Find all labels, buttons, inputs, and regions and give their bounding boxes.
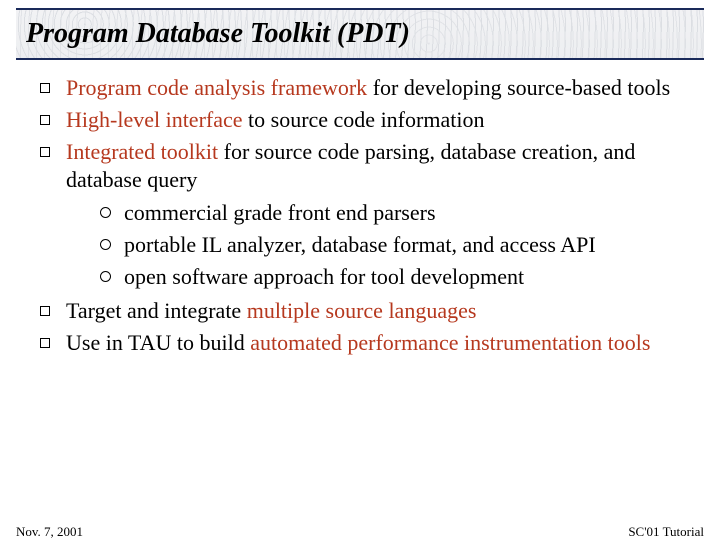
footer-date: Nov. 7, 2001 (16, 524, 83, 540)
list-item: open software approach for tool developm… (100, 263, 690, 291)
slide-body: Program code analysis framework for deve… (0, 60, 720, 357)
list-item: commercial grade front end parsers (100, 199, 690, 227)
text: to source code information (243, 107, 485, 132)
list-item: Use in TAU to build automated performanc… (40, 329, 690, 357)
list-item: portable IL analyzer, database format, a… (100, 231, 690, 259)
text: for developing source-based tools (367, 75, 670, 100)
list-item: Program code analysis framework for deve… (40, 74, 690, 102)
highlight: Integrated toolkit (66, 139, 218, 164)
list-item: Integrated toolkit for source code parsi… (40, 138, 690, 291)
highlight: High-level interface (66, 107, 243, 132)
slide: Program Database Toolkit (PDT) Program c… (0, 8, 720, 540)
list-item: High-level interface to source code info… (40, 106, 690, 134)
highlight: automated performance instrumentation to… (250, 330, 650, 355)
text: commercial grade front end parsers (124, 200, 436, 225)
highlight: Program code analysis framework (66, 75, 367, 100)
title-bar: Program Database Toolkit (PDT) (16, 8, 704, 60)
text: Use in TAU to build (66, 330, 250, 355)
text: open software approach for tool developm… (124, 264, 524, 289)
slide-title: Program Database Toolkit (PDT) (26, 18, 410, 50)
text: portable IL analyzer, database format, a… (124, 232, 596, 257)
text: Target and integrate (66, 298, 247, 323)
bullet-list: Program code analysis framework for deve… (40, 74, 690, 357)
list-item: Target and integrate multiple source lan… (40, 297, 690, 325)
highlight: multiple source languages (247, 298, 477, 323)
footer: Nov. 7, 2001 SC'01 Tutorial (0, 524, 720, 540)
footer-event: SC'01 Tutorial (628, 524, 704, 540)
sub-bullet-list: commercial grade front end parsers porta… (66, 199, 690, 291)
